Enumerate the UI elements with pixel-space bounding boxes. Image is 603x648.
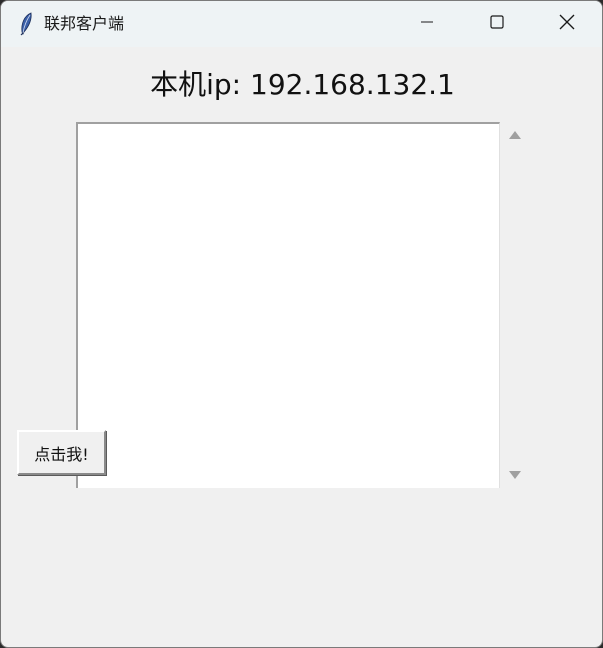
window-title: 联邦客户端	[44, 14, 125, 33]
title-bar[interactable]: 联邦客户端	[1, 1, 602, 47]
app-window: 联邦客户端 本机ip: 192.168.132.1 点击我!	[0, 0, 603, 648]
close-icon	[558, 13, 576, 35]
feather-icon	[18, 12, 34, 36]
maximize-button[interactable]	[462, 1, 532, 47]
output-text-area[interactable]	[76, 122, 500, 488]
close-button[interactable]	[532, 1, 602, 47]
ip-address-label: 本机ip: 192.168.132.1	[150, 68, 455, 101]
vertical-scrollbar[interactable]	[504, 122, 526, 488]
maximize-icon	[489, 14, 505, 34]
minimize-icon	[419, 14, 435, 34]
triangle-down-icon[interactable]	[508, 468, 522, 482]
minimize-button[interactable]	[392, 1, 462, 47]
triangle-up-icon[interactable]	[508, 128, 522, 142]
click-me-button[interactable]: 点击我!	[17, 430, 106, 475]
